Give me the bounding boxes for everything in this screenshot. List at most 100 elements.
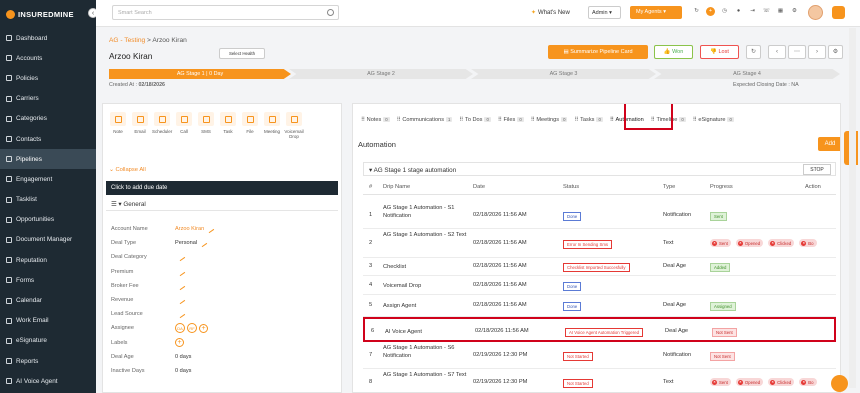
stage-1[interactable]: AG Stage 1 | 0 Day xyxy=(109,69,291,79)
tab-to-dos[interactable]: ⠿ To Dos 0 xyxy=(459,117,491,123)
sidebar-item-opportunities[interactable]: Opportunities xyxy=(0,210,96,230)
select-health-button[interactable]: Select Health xyxy=(219,48,265,59)
table-row[interactable]: 5 Assign Agent 02/18/2026 11:56 AM Done Deal… xyxy=(363,295,836,317)
clock-icon[interactable]: ◷ xyxy=(720,7,729,16)
gift-icon: ✦ xyxy=(531,10,537,16)
sidebar-item-policies[interactable]: Policies xyxy=(0,68,96,88)
edit-icon[interactable] xyxy=(206,224,215,234)
action-scheduler[interactable]: Scheduler xyxy=(152,112,172,139)
sidebar-item-accounts[interactable]: Accounts xyxy=(0,48,96,68)
tab-notes[interactable]: ⠿ Notes 0 xyxy=(361,117,390,123)
sidebar-item-reports[interactable]: Reports xyxy=(0,351,96,371)
sidebar-item-document-manager[interactable]: Document Manager xyxy=(0,230,96,250)
edit-icon[interactable] xyxy=(176,267,186,276)
sidebar-item-dashboard[interactable]: Dashboard xyxy=(0,28,96,48)
add-icon[interactable]: + xyxy=(706,7,715,16)
sidebar-item-label: Carriers xyxy=(16,95,39,103)
general-section-header[interactable]: ☰ ▾ General xyxy=(106,197,338,211)
edit-icon[interactable] xyxy=(176,253,186,262)
lost-button[interactable]: 👎 Lost xyxy=(700,45,739,59)
edit-icon[interactable] xyxy=(176,295,186,305)
logout-icon[interactable]: ⇥ xyxy=(748,7,757,16)
stage-automation-header[interactable]: ▾ AG Stage 1 stage automation STOP xyxy=(363,162,836,176)
page-scrollbar[interactable] xyxy=(849,28,856,388)
edit-icon[interactable] xyxy=(198,239,208,248)
action-call[interactable]: Call xyxy=(174,112,194,139)
edit-icon[interactable] xyxy=(176,281,186,291)
brand-logo[interactable]: INSUREDMINE xyxy=(0,0,96,28)
more-button[interactable]: ⋯ xyxy=(788,45,806,59)
app-switcher-icon[interactable] xyxy=(832,6,845,19)
sidebar-item-forms[interactable]: Forms xyxy=(0,270,96,290)
sidebar-item-pipelines[interactable]: Pipelines xyxy=(0,149,96,170)
table-row[interactable]: 1 AG Stage 1 Automation - S1 Notification… xyxy=(363,202,836,229)
row-number: 6 xyxy=(371,328,375,334)
table-row[interactable]: 8 AG Stage 1 Automation - S7 Text 02/19/20… xyxy=(363,369,836,392)
stage-4[interactable]: AG Stage 4 xyxy=(654,69,840,79)
sidebar-item-ai-voice-agent[interactable]: AI Voice Agent xyxy=(0,371,96,391)
assignee-chip[interactable]: RF xyxy=(187,323,197,334)
field-value: Personal xyxy=(175,240,198,247)
breadcrumb-parent-link[interactable]: AG - Testing xyxy=(109,37,145,44)
pill-label: Clicked xyxy=(777,379,792,385)
tab-communications[interactable]: ⠿ Communications 1 xyxy=(397,117,453,123)
settings-icon[interactable]: ⚙ xyxy=(790,7,799,16)
field-value[interactable]: Arzoo Kiran xyxy=(175,226,204,232)
phone-icon[interactable]: ☏ xyxy=(762,7,771,16)
sidebar-item-work-email[interactable]: Work Email xyxy=(0,311,96,331)
tab-esignature[interactable]: ⠿ eSignature 0 xyxy=(693,117,734,123)
collapse-all-link[interactable]: ⌄ Collapse All xyxy=(109,167,146,173)
tab-files[interactable]: ⠿ Files 0 xyxy=(498,117,524,123)
sidebar-item-engagement[interactable]: Engagement xyxy=(0,169,96,189)
user-avatar[interactable] xyxy=(808,5,823,20)
chat-launcher-icon[interactable] xyxy=(831,375,848,392)
tab-tasks[interactable]: ⠿ Tasks 0 xyxy=(574,117,603,123)
tab-meetings[interactable]: ⠿ Meetings 0 xyxy=(531,117,568,123)
add-label-icon[interactable]: + xyxy=(175,338,184,348)
refresh-deal-button[interactable]: ↻ xyxy=(746,45,761,59)
add-automation-button[interactable]: Add xyxy=(818,137,840,151)
sidebar-item-reputation[interactable]: Reputation xyxy=(0,250,96,270)
action-note[interactable]: Note xyxy=(108,112,128,139)
sidebar-item-categories[interactable]: Categories xyxy=(0,109,96,129)
action-email[interactable]: Email xyxy=(130,112,150,139)
pill-label: Sent xyxy=(719,379,728,385)
field-label: Broker Fee xyxy=(111,282,139,289)
assignee-chip[interactable]: DA xyxy=(175,323,185,334)
table-row[interactable]: 4 Voicemail Drop 02/18/2026 11:56 AM Done xyxy=(363,276,836,295)
stage-3[interactable]: AG Stage 3 xyxy=(471,69,656,79)
table-row[interactable]: 3 Checklist 02/18/2026 11:56 AM Checklist I… xyxy=(363,258,836,276)
bell-icon[interactable]: ● xyxy=(734,7,743,16)
add-assignee-icon[interactable]: + xyxy=(199,323,208,333)
prev-button[interactable]: ‹ xyxy=(768,45,786,59)
sidebar-item-carriers[interactable]: Carriers xyxy=(0,89,96,109)
summarize-pipeline-card-button[interactable]: ▤ Summarize Pipeline Card xyxy=(548,45,648,59)
sidebar-item-esignature[interactable]: eSignature xyxy=(0,331,96,351)
sidebar-item-tasklist[interactable]: Tasklist xyxy=(0,190,96,210)
add-due-date-bar[interactable]: Click to add due date xyxy=(106,181,338,195)
stage-2[interactable]: AG Stage 2 xyxy=(289,69,473,79)
table-row[interactable]: 6 AI Voice Agent 02/18/2026 11:56 AM AI Voi… xyxy=(363,317,836,342)
grid-icon[interactable]: ▦ xyxy=(776,7,785,16)
search-input[interactable]: Smart Search xyxy=(112,5,339,20)
action-meeting[interactable]: Meeting xyxy=(262,112,282,139)
my-agents-button[interactable]: My Agents ▾ xyxy=(630,6,682,19)
stop-button[interactable]: STOP xyxy=(803,164,831,175)
whats-new-button[interactable]: ✦ What's New xyxy=(531,9,570,16)
action-file[interactable]: File xyxy=(240,112,260,139)
sidebar-item-contacts[interactable]: Contacts xyxy=(0,129,96,149)
refresh-icon[interactable]: ↻ xyxy=(692,7,701,16)
action-sms[interactable]: SMS xyxy=(196,112,216,139)
nav-icon xyxy=(6,35,12,42)
table-row[interactable]: 7 AG Stage 1 Automation - S6 Notification… xyxy=(363,342,836,369)
deal-settings-button[interactable]: ⚙ xyxy=(828,45,843,59)
next-button[interactable]: › xyxy=(808,45,826,59)
role-select[interactable]: Admin ▾ xyxy=(588,6,621,19)
table-row[interactable]: 2 AG Stage 1 Automation - S2 Text 02/18/20… xyxy=(363,229,836,258)
sidebar-item-calendar[interactable]: Calendar xyxy=(0,290,96,310)
action-task[interactable]: Task xyxy=(218,112,238,139)
won-button[interactable]: 👍 Won xyxy=(654,45,693,59)
edit-icon[interactable] xyxy=(176,310,186,319)
action-voicemail-drop[interactable]: Voicemail Drop xyxy=(284,112,304,139)
top-icons: ↻ + ◷ ● ⇥ ☏ ▦ ⚙ xyxy=(692,7,799,16)
